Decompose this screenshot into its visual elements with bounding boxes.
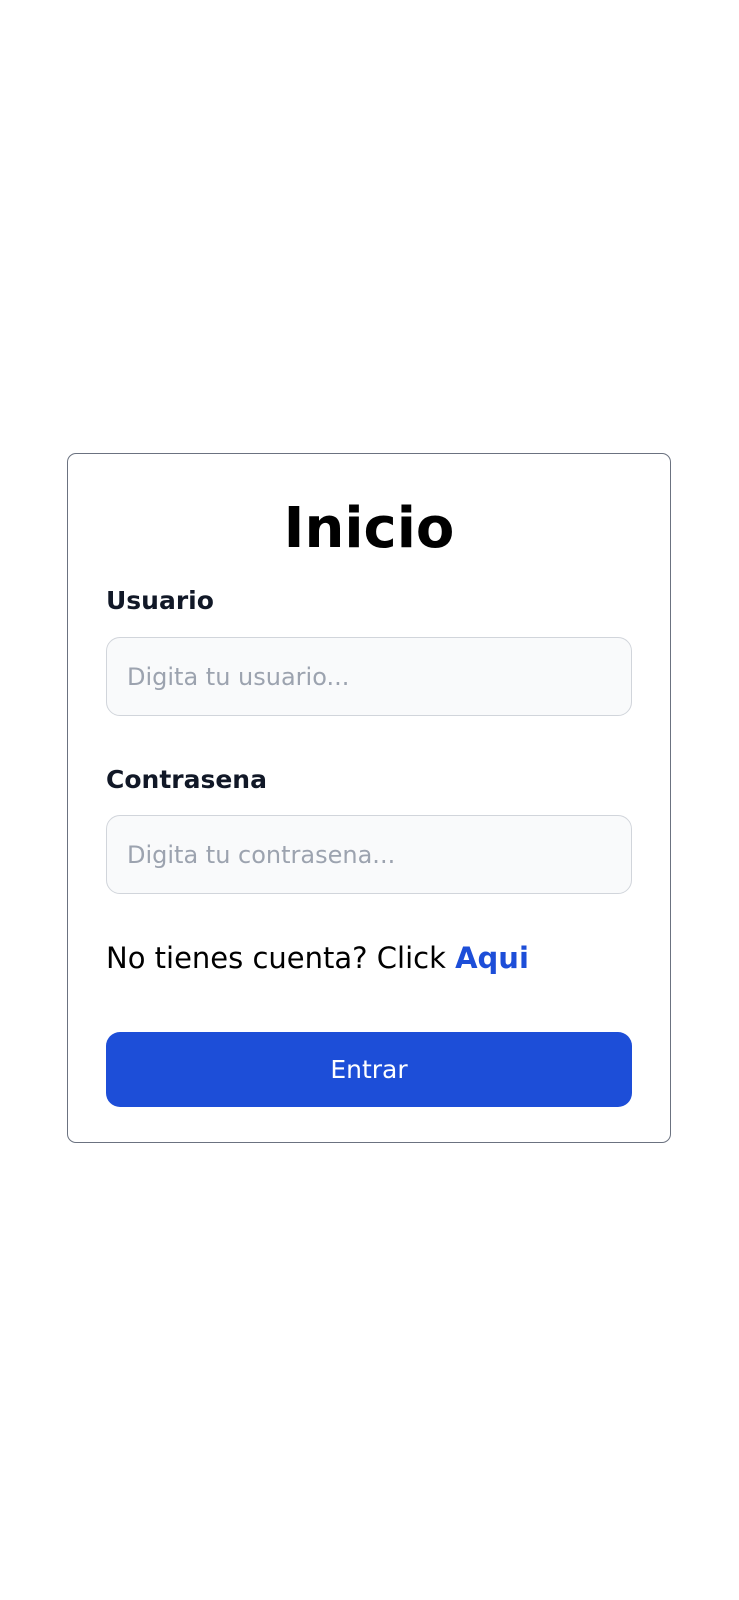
username-label: Usuario	[106, 586, 214, 615]
signup-link[interactable]: Aqui	[455, 941, 529, 975]
signup-prompt-text: No tienes cuenta? Click	[106, 941, 456, 975]
page: Inicio Usuario Contrasena No tienes cuen…	[0, 0, 739, 1600]
login-card: Inicio Usuario Contrasena No tienes cuen…	[67, 453, 671, 1143]
password-input[interactable]	[106, 815, 632, 894]
password-label: Contrasena	[106, 765, 267, 794]
login-button[interactable]: Entrar	[106, 1032, 632, 1107]
username-input[interactable]	[106, 637, 632, 716]
page-title: Inicio	[283, 496, 455, 561]
signup-prompt: No tienes cuenta? Click Aqui	[106, 940, 529, 976]
